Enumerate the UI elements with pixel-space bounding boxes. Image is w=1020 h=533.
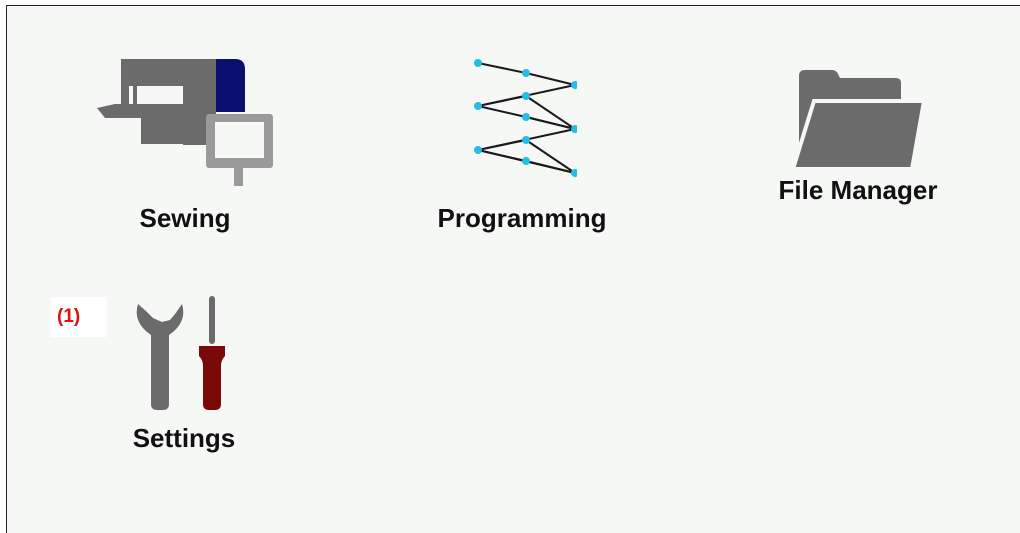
- sewing-label: Sewing: [139, 203, 231, 233]
- folder-icon: [790, 70, 927, 171]
- programming-tile[interactable]: Programming: [412, 56, 632, 233]
- file-manager-label: File Manager: [778, 175, 938, 205]
- zigzag-stitch-icon: [474, 59, 577, 177]
- callout-marker: (1): [51, 297, 107, 337]
- home-screen: Sewing Programming File Manager Settings…: [6, 5, 1020, 533]
- settings-tile[interactable]: Settings: [89, 294, 279, 453]
- sewing-tile[interactable]: Sewing: [79, 56, 291, 233]
- wrench-screwdriver-icon: [136, 296, 225, 410]
- settings-label: Settings: [132, 423, 236, 453]
- file-manager-tile[interactable]: File Manager: [748, 68, 968, 205]
- programming-label: Programming: [437, 203, 607, 233]
- sewing-machine-icon: [97, 59, 273, 186]
